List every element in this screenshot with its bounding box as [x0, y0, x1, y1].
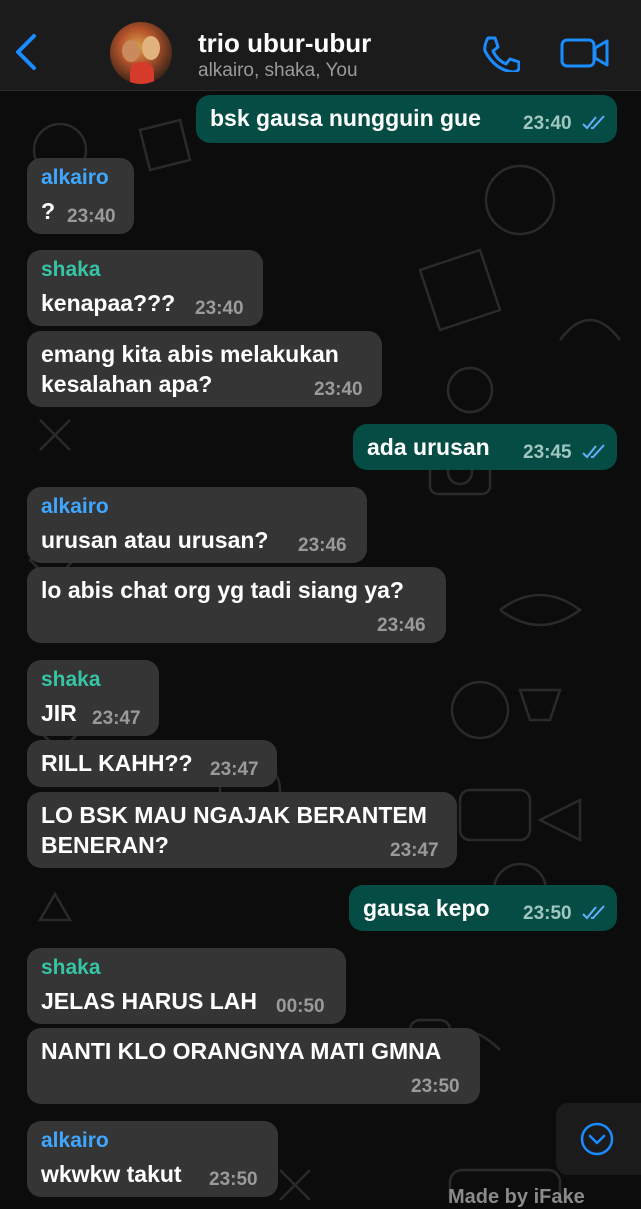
sender-name: shaka	[41, 668, 101, 691]
incoming-message[interactable]: alkairo wkwkw takut 23:50	[27, 1121, 278, 1197]
chat-title[interactable]: trio ubur-ubur	[198, 28, 371, 59]
message-text: ?	[41, 198, 56, 224]
sender-name: alkairo	[41, 166, 109, 189]
message-time: 23:46	[298, 535, 347, 556]
watermark-text: Made by iFake	[448, 1186, 585, 1208]
outgoing-message[interactable]: ada urusan 23:45	[353, 424, 617, 470]
message-text-line-1: LO BSK MAU NGAJAK BERANTEM	[41, 802, 427, 828]
message-text: JIR	[41, 700, 77, 726]
group-avatar[interactable]	[110, 22, 172, 84]
incoming-message[interactable]: lo abis chat org yg tadi siang ya? 23:46	[27, 567, 446, 643]
chat-header: trio ubur-ubur alkairo, shaka, You	[0, 0, 641, 91]
incoming-message[interactable]: shaka kenapaa??? 23:40	[27, 250, 263, 326]
message-text: gausa kepo	[363, 895, 490, 921]
incoming-message[interactable]: alkairo urusan atau urusan? 23:46	[27, 487, 367, 563]
outgoing-message[interactable]: gausa kepo 23:50	[349, 885, 617, 931]
message-time: 23:40	[67, 206, 116, 227]
message-time: 23:40	[195, 298, 244, 319]
incoming-message[interactable]: alkairo ? 23:40	[27, 158, 134, 234]
message-text: wkwkw takut	[41, 1161, 182, 1187]
message-time: 00:50	[276, 996, 325, 1017]
message-text: NANTI KLO ORANGNYA MATI GMNA	[41, 1038, 442, 1064]
message-time: 23:40	[523, 113, 572, 134]
incoming-message[interactable]: RILL KAHH?? 23:47	[27, 740, 277, 787]
incoming-message[interactable]: NANTI KLO ORANGNYA MATI GMNA 23:50	[27, 1028, 480, 1104]
message-time: 23:45	[523, 442, 572, 463]
message-text: JELAS HARUS LAH	[41, 988, 257, 1014]
sender-name: alkairo	[41, 1129, 109, 1152]
sender-name: alkairo	[41, 495, 109, 518]
message-time: 23:50	[523, 903, 572, 924]
chat-members[interactable]: alkairo, shaka, You	[198, 60, 358, 82]
message-text-line-1: emang kita abis melakukan	[41, 341, 339, 367]
message-time: 23:47	[390, 840, 439, 861]
double-check-icon	[582, 905, 605, 920]
outgoing-message[interactable]: bsk gausa nungguin gue 23:40	[196, 95, 617, 143]
incoming-message[interactable]: shaka JIR 23:47	[27, 660, 159, 736]
phone-icon[interactable]	[478, 34, 520, 72]
message-text: bsk gausa nungguin gue	[210, 105, 481, 131]
incoming-message[interactable]: LO BSK MAU NGAJAK BERANTEM BENERAN? 23:4…	[27, 792, 457, 868]
double-check-icon	[582, 115, 605, 130]
message-text: urusan atau urusan?	[41, 527, 269, 553]
incoming-message[interactable]: shaka JELAS HARUS LAH 00:50	[27, 948, 346, 1024]
message-text: RILL KAHH??	[41, 750, 193, 776]
video-camera-icon[interactable]	[560, 36, 610, 70]
message-time: 23:50	[411, 1076, 460, 1097]
sender-name: shaka	[41, 258, 101, 281]
message-time: 23:47	[92, 708, 141, 729]
message-text: kenapaa???	[41, 290, 176, 316]
chevron-down-circle-icon	[580, 1122, 614, 1156]
back-chevron-icon[interactable]	[12, 32, 42, 72]
message-time: 23:40	[314, 379, 363, 400]
message-time: 23:46	[377, 615, 426, 636]
scroll-to-bottom-button[interactable]	[556, 1103, 641, 1175]
message-text: lo abis chat org yg tadi siang ya?	[41, 577, 404, 603]
message-text: ada urusan	[367, 434, 490, 460]
incoming-message[interactable]: emang kita abis melakukan kesalahan apa?…	[27, 331, 382, 407]
message-time: 23:50	[209, 1169, 258, 1190]
sender-name: shaka	[41, 956, 101, 979]
message-text-line-2: BENERAN?	[41, 832, 169, 858]
double-check-icon	[582, 444, 605, 459]
message-time: 23:47	[210, 759, 259, 780]
message-text-line-2: kesalahan apa?	[41, 371, 213, 397]
